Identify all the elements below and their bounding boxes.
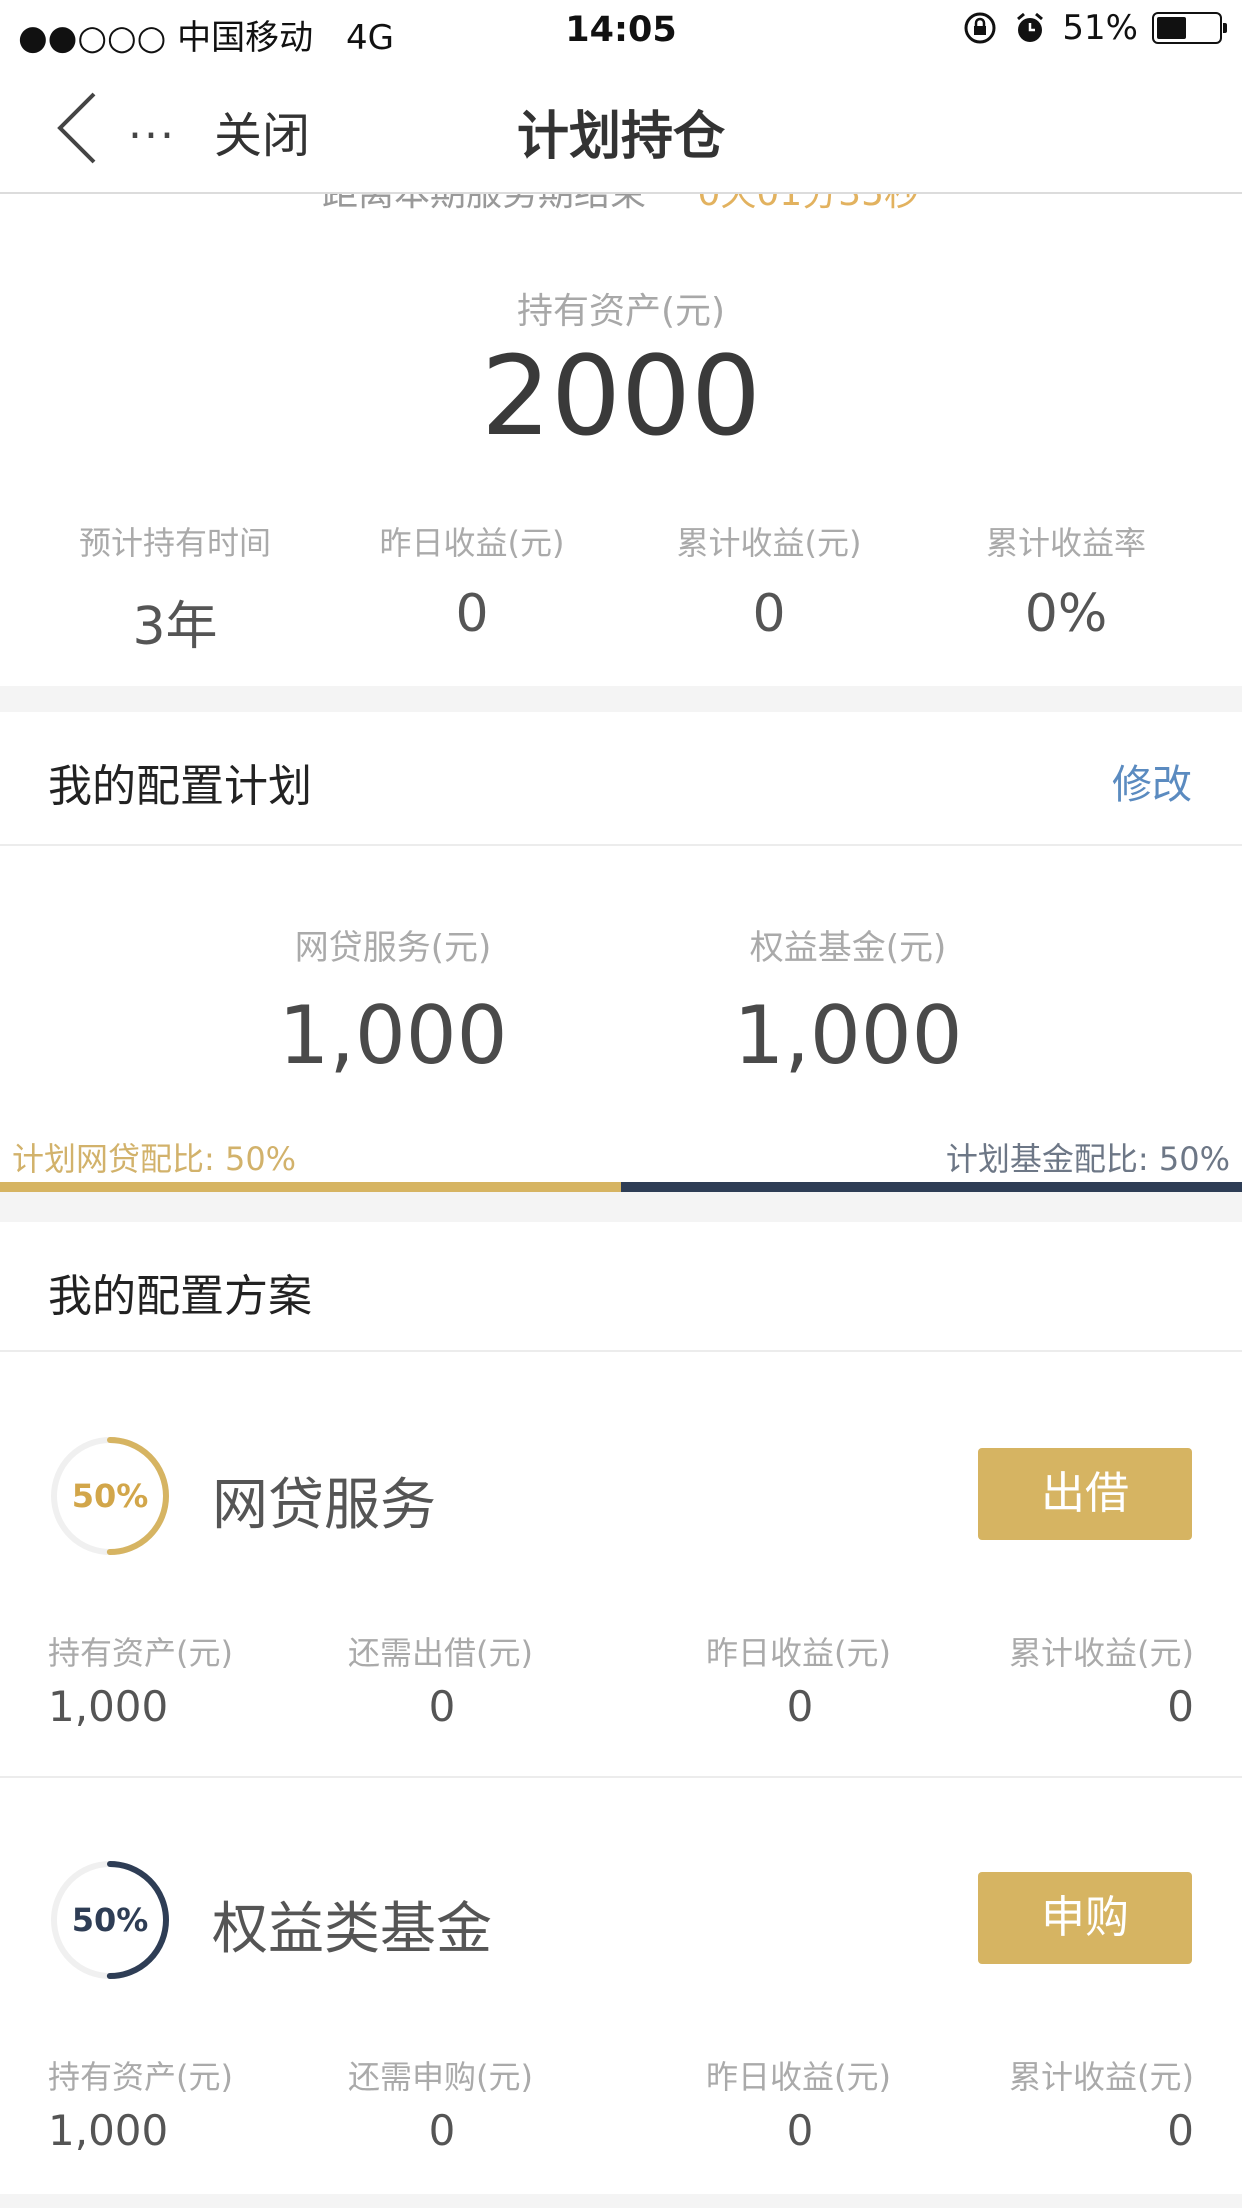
status-indicators: 51% xyxy=(962,8,1227,48)
plan-title: 我的配置计划 xyxy=(48,761,312,812)
lend-button[interactable]: 出借 xyxy=(978,1448,1192,1540)
loan-ratio-bar xyxy=(0,1182,621,1192)
battery-tip xyxy=(1223,23,1227,33)
stat-label: 昨日收益(元) xyxy=(379,524,565,562)
fund-ratio-label: 计划基金配比: 50% xyxy=(945,1140,1230,1178)
countdown-text: 距离本期服务期结束 0天01分35秒 xyxy=(0,192,1242,216)
battery-percent: 51% xyxy=(1062,8,1138,48)
field-value: 0 xyxy=(1167,1682,1194,1731)
battery-icon xyxy=(1152,12,1227,44)
field-label: 昨日收益(元) xyxy=(706,1634,891,1672)
total-assets-label: 持有资产(元) xyxy=(516,291,726,332)
loan-ratio-label: 计划网贷配比: 50% xyxy=(12,1140,297,1178)
stat-label: 累计收益率 xyxy=(985,524,1146,562)
product-name: 权益类基金 xyxy=(212,1897,492,1962)
percent-label: 50% xyxy=(71,1477,149,1515)
fund-ratio-bar xyxy=(621,1182,1242,1192)
product-name: 网贷服务 xyxy=(212,1473,436,1538)
field-label: 还需出借(元) xyxy=(348,1634,533,1672)
stat-total-yield: 累计收益率 0% xyxy=(911,518,1221,644)
alarm-icon xyxy=(1017,12,1044,42)
field-value: 0 xyxy=(428,1682,456,1731)
stat-yesterday-income: 昨日收益(元) 0 xyxy=(317,518,627,644)
field-value: 1,000 xyxy=(48,1682,169,1731)
allocation-scheme: 我的配置方案 50% 网贷服务 出借 持有资产(元) 1,000 还需出借(元)… xyxy=(0,1222,1242,2194)
plan-header: 我的配置计划 修改 xyxy=(0,712,1242,846)
page-title: 计划持仓 xyxy=(516,107,725,167)
field-label: 持有资产(元) xyxy=(48,1634,233,1672)
stat-value: 0% xyxy=(1024,584,1108,644)
countdown-prefix: 距离本期服务期结束 xyxy=(322,192,647,214)
product-loan: 50% 网贷服务 出借 持有资产(元) 1,000 还需出借(元) 0 昨日收益… xyxy=(0,1352,1242,1778)
status-bar: ●●○○○ 中国移动 4G 14:05 51% xyxy=(0,0,1242,62)
rotation-lock-icon xyxy=(964,12,996,44)
stat-label: 预计持有时间 xyxy=(78,524,271,562)
field-value: 0 xyxy=(786,2106,814,2155)
battery-fill xyxy=(1157,17,1186,39)
plan-loan-value: 1,000 xyxy=(278,989,508,1082)
field-label: 累计收益(元) xyxy=(1009,2058,1194,2096)
stat-holding-period: 预计持有时间 3年 xyxy=(20,518,330,659)
field-label: 持有资产(元) xyxy=(48,2058,233,2096)
plan-fund-amount: 权益基金(元) 1,000 xyxy=(618,920,1078,1082)
allocation-plan: 我的配置计划 修改 网贷服务(元) 1,000 权益基金(元) 1,000 计划… xyxy=(0,712,1242,1192)
edit-plan-link[interactable]: 修改 xyxy=(1112,752,1192,810)
field-value: 0 xyxy=(428,2106,456,2155)
plan-fund-label: 权益基金(元) xyxy=(749,928,947,968)
field-value: 0 xyxy=(786,1682,814,1731)
holdings-summary: 距离本期服务期结束 0天01分35秒 持有资产(元) 2000 预计持有时间 3… xyxy=(0,192,1242,686)
field-value: 0 xyxy=(1167,2106,1194,2155)
nav-bar: ... 关闭 计划持仓 xyxy=(0,62,1242,194)
stat-total-income: 累计收益(元) 0 xyxy=(614,518,924,644)
scheme-header: 我的配置方案 xyxy=(0,1222,1242,1352)
plan-loan-amount: 网贷服务(元) 1,000 xyxy=(163,920,623,1082)
field-label: 昨日收益(元) xyxy=(706,2058,891,2096)
plan-fund-value: 1,000 xyxy=(733,989,963,1082)
product-fund: 50% 权益类基金 申购 持有资产(元) 1,000 还需申购(元) 0 昨日收… xyxy=(0,1776,1242,2200)
stat-value: 0 xyxy=(455,584,489,644)
percent-label: 50% xyxy=(71,1901,149,1939)
plan-loan-label: 网贷服务(元) xyxy=(294,928,492,968)
stat-value: 0 xyxy=(752,584,786,644)
stat-label: 累计收益(元) xyxy=(676,524,862,562)
subscribe-button[interactable]: 申购 xyxy=(978,1872,1192,1964)
total-assets-value: 2000 xyxy=(481,332,761,460)
field-label: 还需申购(元) xyxy=(348,2058,533,2096)
scheme-title: 我的配置方案 xyxy=(48,1271,312,1322)
countdown-value: 0天01分35秒 xyxy=(697,192,920,214)
field-label: 累计收益(元) xyxy=(1009,1634,1194,1672)
stat-value: 3年 xyxy=(132,597,218,657)
field-value: 1,000 xyxy=(48,2106,169,2155)
